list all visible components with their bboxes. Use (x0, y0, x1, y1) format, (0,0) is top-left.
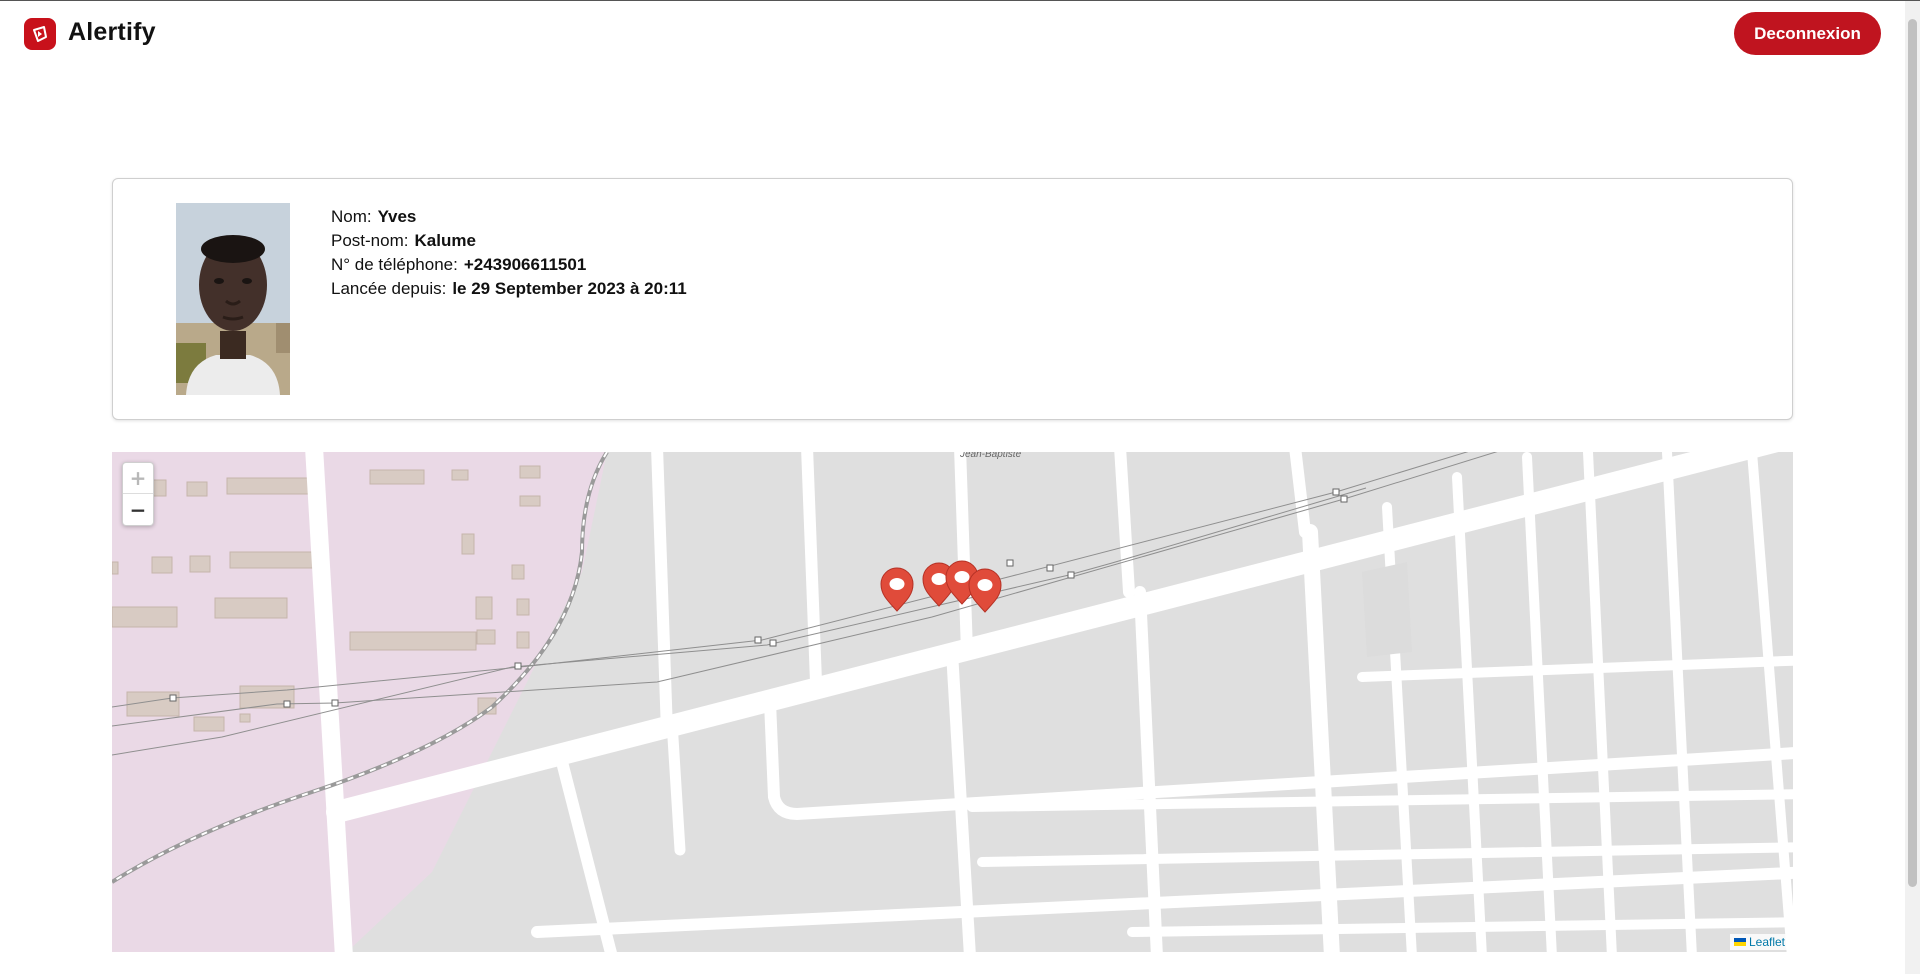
zoom-in-button[interactable]: + (123, 463, 153, 494)
logout-button[interactable]: Deconnexion (1734, 12, 1881, 55)
scrollbar[interactable] (1905, 1, 1920, 974)
info-row-launched: Lancée depuis: le 29 September 2023 à 20:… (331, 277, 687, 301)
info-row-postnom: Post-nom: Kalume (331, 229, 687, 253)
zoom-control: + − (122, 462, 154, 526)
postnom-value: Kalume (414, 231, 476, 250)
map-attribution: Leaflet (1729, 934, 1789, 950)
phone-label: N° de téléphone: (331, 255, 458, 274)
ukraine-flag-icon (1733, 938, 1746, 946)
profile-info: Nom: Yves Post-nom: Kalume N° de téléphone… (331, 205, 687, 301)
location-marker-icon (968, 568, 1002, 613)
app-title[interactable]: Alertify (68, 18, 156, 47)
scrollbar-thumb[interactable] (1908, 19, 1917, 887)
map-view[interactable]: Jean-Baptiste + − Leaflet (112, 452, 1793, 952)
phone-value: +243906611501 (463, 255, 587, 274)
nom-label: Nom: (331, 207, 372, 226)
profile-card: Nom: Yves Post-nom: Kalume N° de téléphone… (112, 178, 1793, 420)
map-tiles[interactable] (112, 452, 1793, 952)
header: Alertify Deconnexion (0, 1, 1920, 67)
launched-label: Lancée depuis: (331, 279, 447, 298)
launched-value: le 29 September 2023 à 20:11 (452, 279, 687, 298)
nom-value: Yves (377, 207, 417, 226)
street-label: Jean-Baptiste (960, 452, 1022, 460)
leaflet-link[interactable]: Leaflet (1749, 935, 1785, 949)
postnom-label: Post-nom: (331, 231, 409, 250)
alertify-logo-icon (24, 18, 56, 50)
zoom-out-button[interactable]: − (123, 494, 153, 525)
map-markers (880, 560, 1002, 613)
location-marker-icon (880, 567, 914, 612)
info-row-phone: N° de téléphone: +243906611501 (331, 253, 687, 277)
person-photo (176, 203, 290, 395)
info-row-nom: Nom: Yves (331, 205, 687, 229)
